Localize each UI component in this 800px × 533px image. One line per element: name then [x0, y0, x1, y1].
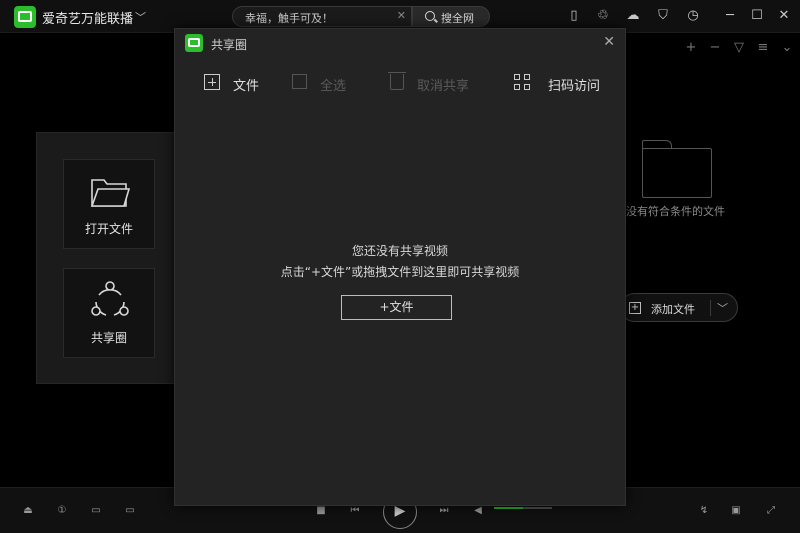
add-file-plus-icon: + — [629, 302, 641, 314]
search-button-label: 搜全网 — [441, 12, 474, 25]
divider — [710, 300, 711, 316]
collapse-icon[interactable]: ⌄ — [780, 40, 794, 56]
empty-share-hint: 点击“+文件”或拖拽文件到这里即可共享视频 — [280, 265, 520, 279]
close-icon[interactable]: ✕ — [776, 8, 792, 24]
empty-folder-icon — [641, 140, 712, 198]
next-icon[interactable]: ⏭ — [436, 504, 452, 518]
empty-playlist-text: 没有符合条件的文件 — [626, 205, 725, 218]
cancel-share-label: 取消共享 — [417, 79, 470, 94]
search-icon — [425, 11, 435, 21]
maximize-icon[interactable]: ☐ — [749, 8, 765, 24]
list-icon[interactable]: ≡ — [756, 40, 770, 56]
checkbox-icon — [292, 74, 307, 89]
shortcut-icon[interactable]: ↯ — [696, 504, 712, 518]
cloud-icon[interactable]: ☁ — [625, 8, 641, 24]
dialog-toolbar: 文件 全选 取消共享 扫码访问 — [175, 69, 625, 99]
empty-share-title: 您还没有共享视频 — [351, 244, 448, 258]
quick-actions-panel: 打开文件 共享圈 — [36, 132, 176, 384]
one-icon[interactable]: ① — [54, 504, 70, 518]
qr-code-icon — [514, 74, 531, 91]
previous-icon[interactable]: ⏮ — [347, 504, 363, 518]
volume-icon[interactable]: ◀ — [470, 504, 486, 518]
add-file-icon — [204, 74, 220, 90]
search-button[interactable]: 搜全网 — [412, 6, 490, 27]
dialog-title: 共享圈 — [211, 38, 248, 52]
trash-icon — [388, 72, 406, 90]
minimize-icon[interactable]: ─ — [722, 8, 738, 24]
app-title[interactable]: 爱奇艺万能联播 — [42, 8, 133, 27]
scan-access-label: 扫码访问 — [548, 79, 601, 94]
folder-icon — [90, 179, 130, 207]
app-logo-icon — [14, 6, 36, 28]
open-file-label: 打开文件 — [84, 222, 133, 236]
chevron-down-icon[interactable]: ﹀ — [717, 300, 728, 316]
playlist-toolbar: + − ▽ ≡ ⌄ — [626, 40, 800, 60]
eject-icon[interactable]: ⏏ — [20, 504, 36, 518]
toolbox-icon[interactable]: ▣ — [728, 504, 744, 518]
add-file-tool-label: 文件 — [233, 79, 260, 94]
share-circle-icon — [91, 281, 129, 316]
pc-icon[interactable]: ▭ — [122, 504, 138, 518]
select-all-label: 全选 — [320, 79, 347, 94]
skin-shirt-icon[interactable]: ⛉ — [655, 8, 671, 24]
dialog-add-file-button[interactable]: +文件 — [341, 295, 452, 320]
recycle-icon[interactable]: ♲ — [595, 8, 611, 24]
search-input[interactable]: 幸福，触手可及！ ✕ — [232, 6, 412, 27]
share-circle-dialog: 共享圈 ✕ 文件 全选 取消共享 扫码访问 您还没有共享视频 点击“+文件”或拖… — [174, 28, 626, 506]
chevron-down-icon[interactable]: ﹀ — [135, 9, 146, 25]
filter-icon[interactable]: ▽ — [732, 40, 746, 56]
stop-icon[interactable]: ■ — [313, 504, 329, 518]
search-input-value[interactable]: 幸福，触手可及！ — [245, 10, 333, 26]
add-icon[interactable]: + — [684, 40, 698, 56]
volume-slider-fill — [494, 507, 523, 509]
clear-icon[interactable]: ✕ — [397, 9, 406, 22]
tv-icon[interactable]: ▭ — [88, 504, 104, 518]
share-circle-tile[interactable]: 共享圈 — [63, 268, 155, 358]
open-file-tile[interactable]: 打开文件 — [63, 159, 155, 249]
app-logo-icon — [185, 34, 203, 52]
share-circle-label: 共享圈 — [90, 331, 127, 345]
remove-icon[interactable]: − — [708, 40, 722, 56]
fullscreen-icon[interactable]: ⤢ — [763, 504, 779, 518]
phone-icon[interactable]: ▯ — [566, 8, 582, 24]
dialog-close-icon[interactable]: ✕ — [603, 34, 615, 50]
add-file-button[interactable]: + 添加文件 ﹀ — [620, 293, 738, 322]
add-file-label: 添加文件 — [651, 303, 695, 316]
clock-icon[interactable]: ◷ — [685, 8, 701, 24]
volume-slider[interactable] — [494, 507, 552, 509]
dialog-header: 共享圈 ✕ — [175, 29, 625, 59]
